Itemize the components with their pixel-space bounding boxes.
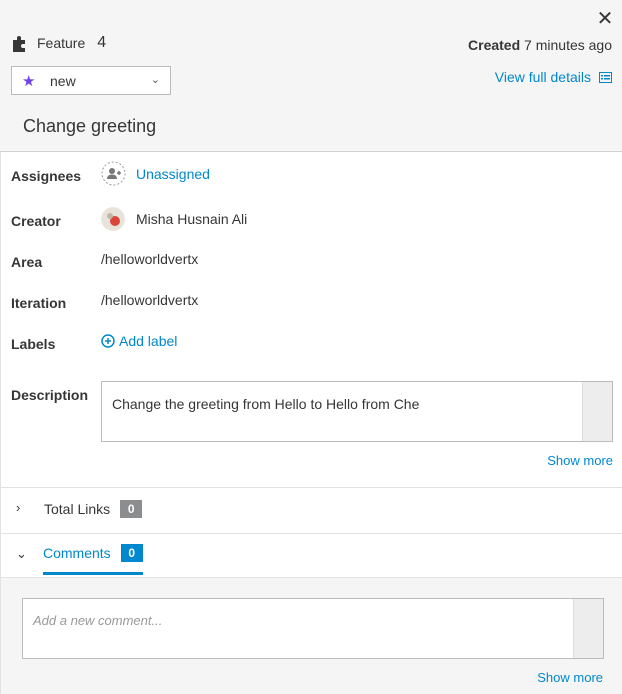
new-comment-input[interactable]: Add a new comment...	[22, 598, 604, 659]
links-count-badge: 0	[120, 500, 143, 518]
description-label: Description	[11, 387, 89, 403]
description-scrollbar[interactable]	[582, 382, 612, 441]
star-icon: ★	[22, 72, 36, 90]
links-section[interactable]: › Total Links 0	[0, 488, 622, 532]
iteration-label: Iteration	[11, 295, 67, 311]
type-label: Feature	[37, 35, 86, 51]
comment-scrollbar[interactable]	[573, 599, 603, 658]
links-header[interactable]: Total Links 0	[44, 500, 143, 518]
view-full-details-link[interactable]: View full details	[495, 69, 612, 85]
work-item-type: Feature 4	[11, 34, 106, 52]
comments-label: Comments	[43, 545, 111, 561]
labels-label: Labels	[11, 336, 56, 352]
created-label: Created	[468, 37, 521, 53]
close-button[interactable]: ✕	[596, 8, 614, 30]
assignees-value[interactable]: Unassigned	[101, 161, 210, 186]
unassigned-link[interactable]: Unassigned	[136, 166, 210, 182]
chevron-down-icon: ⌄	[16, 546, 27, 561]
detail-header: ✕ Feature 4 Created 7 minutes ago ★ new …	[0, 0, 622, 152]
iteration-value[interactable]: /helloworldvertx	[101, 292, 198, 308]
creator-value: Misha Husnain Ali	[101, 207, 247, 231]
creator-name: Misha Husnain Ali	[136, 211, 248, 227]
description-text: Change the greeting from Hello to Hello …	[112, 396, 420, 412]
comment-area: Add a new comment... Show more	[0, 578, 622, 694]
comments-count-badge: 0	[120, 544, 143, 562]
links-label: Total Links	[44, 501, 111, 517]
work-item-title[interactable]: Change greeting	[23, 116, 156, 137]
puzzle-icon	[13, 36, 25, 52]
created-time: 7 minutes ago	[524, 37, 612, 53]
description-field[interactable]: Change the greeting from Hello to Hello …	[101, 381, 613, 442]
area-label: Area	[11, 254, 43, 270]
add-label-button[interactable]: Add label	[101, 333, 177, 349]
created-info: Created 7 minutes ago	[468, 37, 612, 53]
state-value: new	[50, 72, 76, 89]
assignees-label: Assignees	[11, 168, 82, 184]
add-user-icon	[101, 161, 126, 186]
comments-show-more-link[interactable]: Show more	[537, 670, 603, 685]
description-show-more-link[interactable]: Show more	[547, 453, 613, 468]
comments-tab[interactable]: Comments 0	[43, 544, 143, 575]
item-number: 4	[97, 34, 107, 51]
creator-label: Creator	[11, 213, 61, 229]
view-details-label: View full details	[494, 69, 591, 85]
avatar	[101, 207, 125, 231]
list-icon	[599, 71, 612, 83]
comment-placeholder: Add a new comment...	[33, 613, 163, 628]
plus-circle-icon	[101, 334, 115, 348]
comments-section[interactable]: ⌄ Comments 0	[0, 534, 622, 578]
state-dropdown[interactable]: ★ new ⌄	[11, 66, 171, 95]
chevron-right-icon: ›	[16, 500, 21, 515]
chevron-down-icon: ⌄	[150, 74, 160, 86]
add-label-text: Add label	[119, 333, 178, 349]
area-value[interactable]: /helloworldvertx	[101, 251, 198, 267]
